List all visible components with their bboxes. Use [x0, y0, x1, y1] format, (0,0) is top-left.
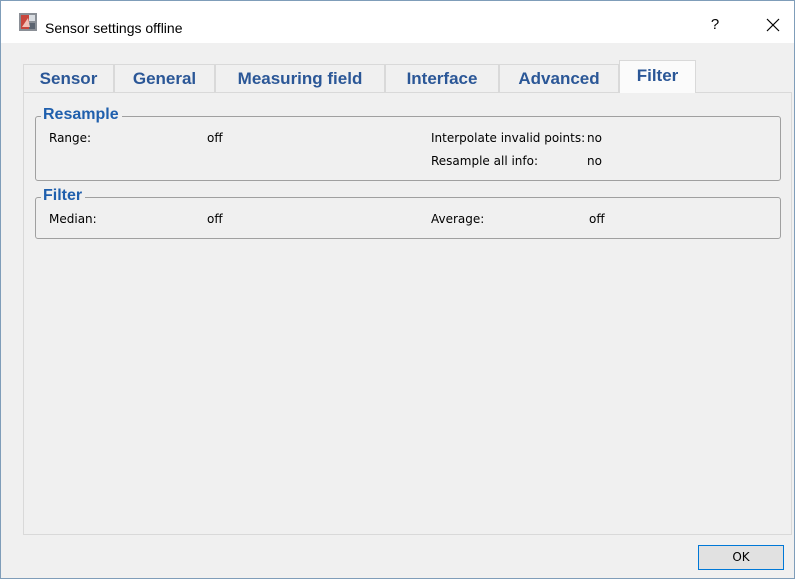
average-label: Average: [431, 212, 485, 226]
resample-all-label: Resample all info: [431, 154, 539, 168]
average-value: off [589, 212, 605, 226]
settings-dialog: Sensor settings offline ? Sensor General… [0, 0, 795, 579]
resample-group-title: Resample [41, 106, 122, 124]
range-value: off [207, 131, 223, 145]
range-label: Range: [49, 131, 92, 145]
close-button[interactable] [753, 11, 793, 39]
title-bar: Sensor settings offline ? [1, 1, 794, 43]
close-icon [766, 18, 780, 32]
tab-interface[interactable]: Interface [385, 64, 499, 92]
filter-group-title: Filter [41, 187, 86, 205]
help-button[interactable]: ? [698, 13, 732, 37]
tab-panel-filter: Resample Range: off Interpolate invalid … [23, 92, 792, 535]
tab-advanced[interactable]: Advanced [499, 64, 619, 92]
sensor-app-icon [19, 13, 37, 31]
tab-measuring-field[interactable]: Measuring field [215, 64, 385, 92]
window-title: Sensor settings offline [45, 20, 183, 36]
tab-sensor[interactable]: Sensor [23, 64, 114, 92]
median-label: Median: [49, 212, 97, 226]
resample-all-value: no [587, 154, 602, 168]
interpolate-value: no [587, 131, 602, 145]
filter-group: Filter Median: off Average: off [35, 187, 781, 239]
median-value: off [207, 212, 223, 226]
interpolate-label: Interpolate invalid points: [431, 131, 586, 145]
tab-filter[interactable]: Filter [619, 60, 696, 93]
ok-button[interactable]: OK [698, 545, 784, 570]
resample-group: Resample Range: off Interpolate invalid … [35, 106, 781, 181]
tab-general[interactable]: General [114, 64, 215, 92]
